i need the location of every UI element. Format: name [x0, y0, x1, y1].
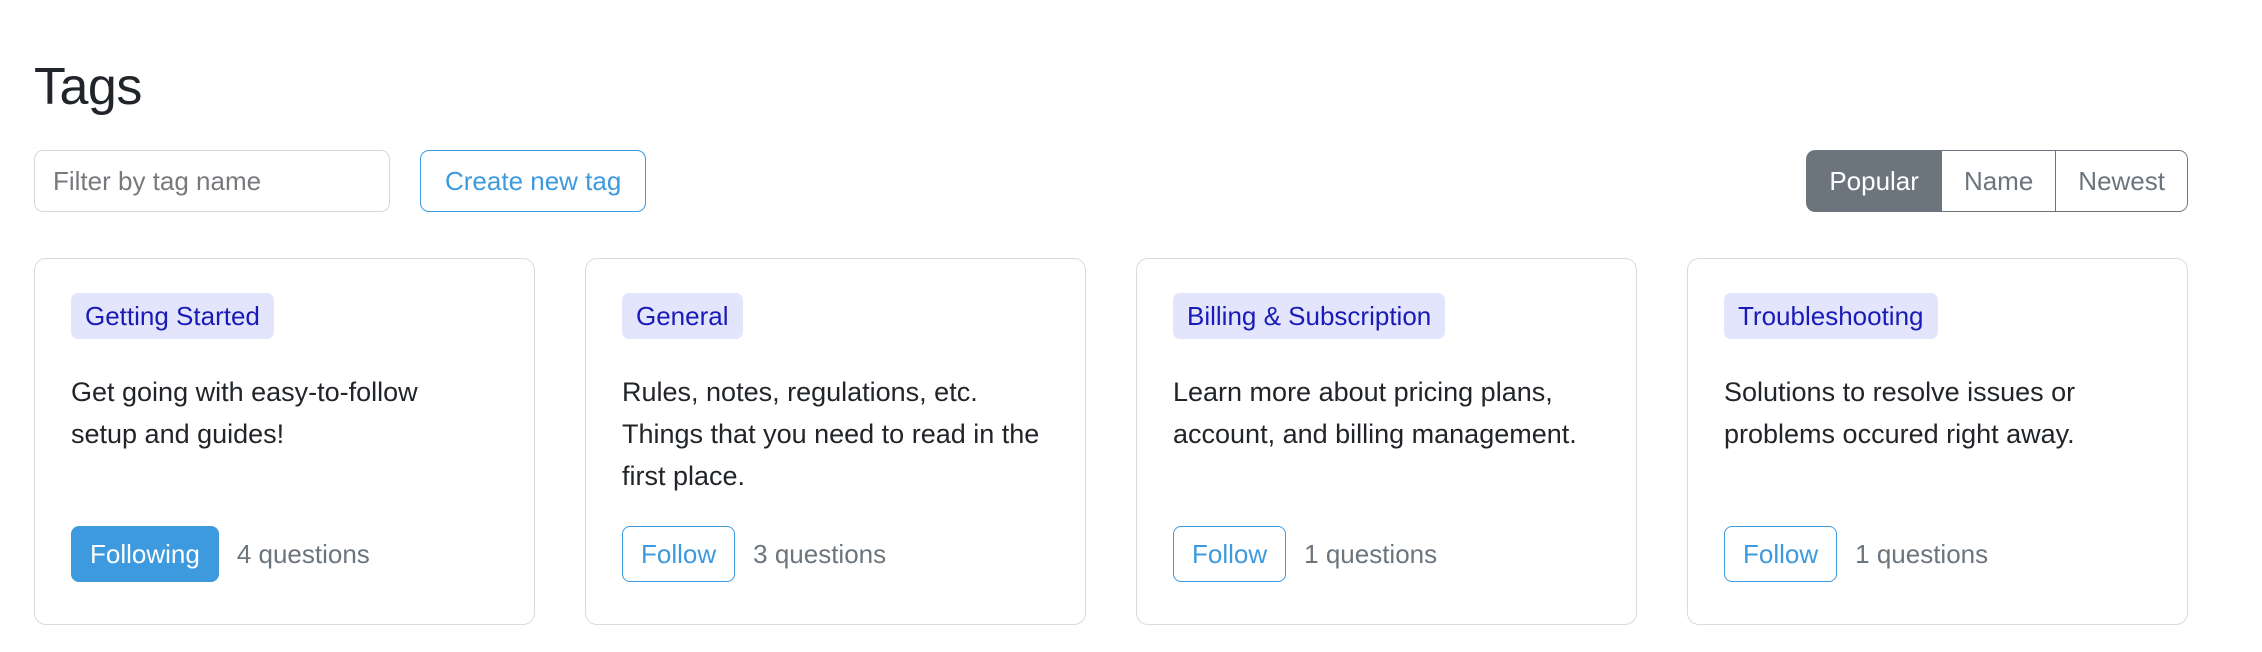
sort-segmented-control: Popular Name Newest [1806, 150, 2188, 212]
toolbar-left-group: Create new tag [34, 150, 647, 212]
tag-description: Solutions to resolve issues or problems … [1724, 377, 2076, 449]
sort-option-newest[interactable]: Newest [2055, 150, 2188, 212]
tags-page: Tags Create new tag Popular Name Newest … [0, 0, 2262, 652]
tag-badge[interactable]: Troubleshooting [1724, 293, 1938, 339]
follow-toggle-button[interactable]: Follow [1173, 526, 1287, 582]
tag-card-footer: Follow 3 questions [622, 526, 886, 582]
tag-description: Get going with easy-to-follow setup and … [71, 377, 418, 449]
tag-description: Learn more about pricing plans, account,… [1173, 377, 1577, 449]
tag-description: Rules, notes, regulations, etc. Things t… [622, 377, 1040, 491]
tag-card[interactable]: Troubleshooting Solutions to resolve iss… [1687, 258, 2188, 625]
tag-card[interactable]: Billing & Subscription Learn more about … [1136, 258, 1637, 625]
toolbar: Create new tag Popular Name Newest [34, 150, 2188, 212]
tag-card-footer: Follow 1 questions [1724, 526, 1988, 582]
tag-badge[interactable]: Getting Started [71, 293, 274, 339]
tag-badge[interactable]: General [622, 293, 743, 339]
sort-option-popular[interactable]: Popular [1806, 150, 1941, 212]
tag-badge[interactable]: Billing & Subscription [1173, 293, 1446, 339]
tag-card-footer: Follow 1 questions [1173, 526, 1437, 582]
question-count: 1 questions [1855, 538, 1989, 569]
tag-card[interactable]: Getting Started Get going with easy-to-f… [34, 258, 535, 625]
tag-card-grid: Getting Started Get going with easy-to-f… [34, 258, 2188, 625]
create-new-tag-button[interactable]: Create new tag [420, 150, 647, 212]
question-count: 1 questions [1304, 538, 1438, 569]
question-count: 4 questions [236, 538, 370, 569]
sort-option-name[interactable]: Name [1940, 150, 2056, 212]
follow-toggle-button[interactable]: Following [71, 526, 219, 582]
tag-card-footer: Following 4 questions [71, 526, 370, 582]
question-count: 3 questions [753, 538, 887, 569]
tag-card[interactable]: General Rules, notes, regulations, etc. … [585, 258, 1086, 625]
follow-toggle-button[interactable]: Follow [622, 526, 736, 582]
page-title: Tags [34, 57, 142, 116]
follow-toggle-button[interactable]: Follow [1724, 526, 1838, 582]
filter-tag-input[interactable] [34, 150, 390, 212]
